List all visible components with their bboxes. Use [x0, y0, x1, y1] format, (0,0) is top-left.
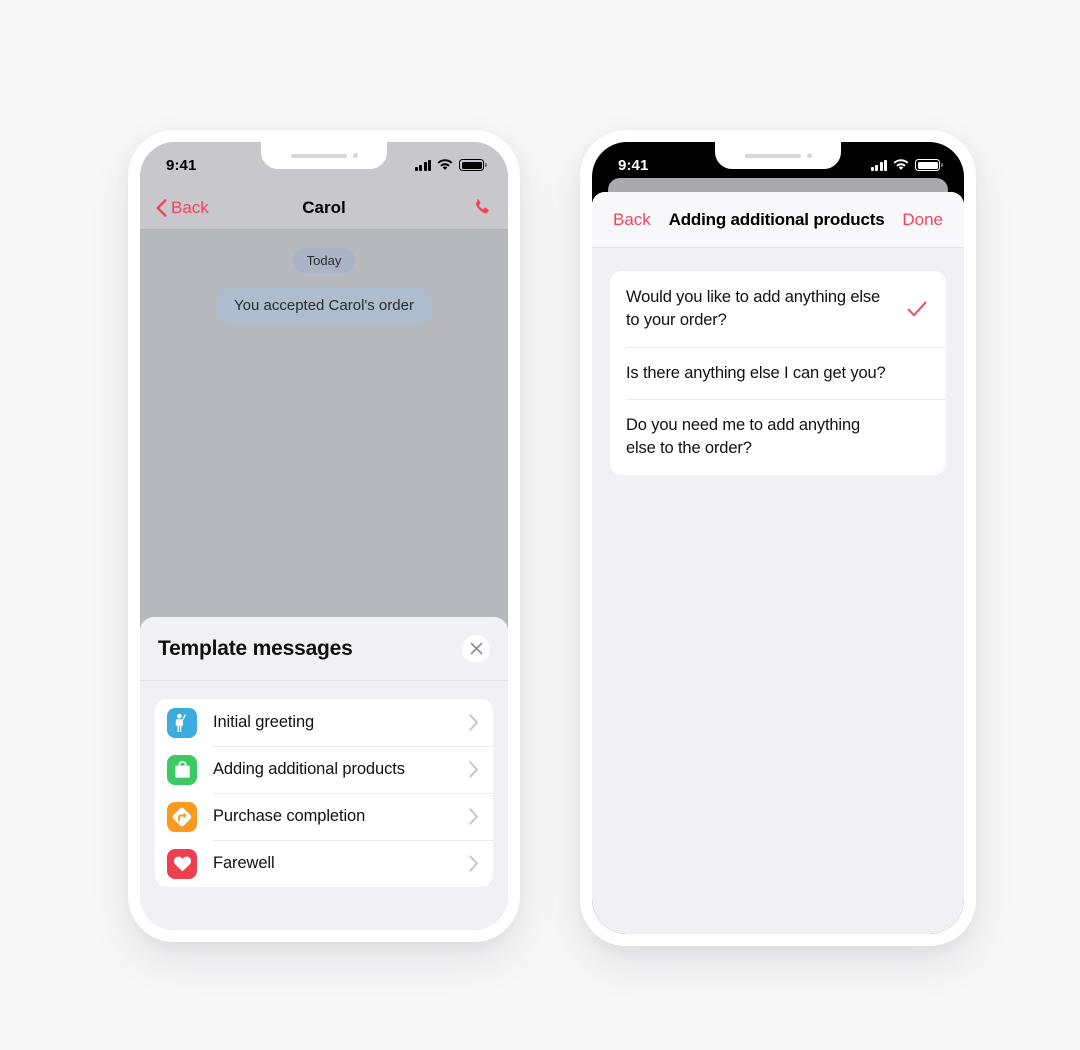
waving-person-icon — [167, 707, 197, 738]
template-row-label: Initial greeting — [213, 713, 315, 731]
notch — [715, 142, 841, 169]
template-row-purchase-completion[interactable]: Purchase completion — [155, 793, 493, 840]
modal-navbar: Back Adding additional products Done — [592, 192, 964, 248]
option-text: Do you need me to add anything else to t… — [626, 416, 861, 458]
shopping-bag-icon — [167, 754, 197, 785]
chevron-right-icon — [469, 855, 478, 872]
chat-message-area: Today You accepted Carol's order Templat… — [140, 230, 508, 930]
template-messages-list: Initial greeting Adding additional produ… — [155, 699, 493, 887]
mockup-stage: 9:41 Back Carol Today You accepted Carol… — [0, 0, 1080, 1050]
cellular-signal-icon — [414, 159, 431, 171]
chevron-left-icon — [156, 198, 167, 217]
template-row-initial-greeting[interactable]: Initial greeting — [155, 699, 493, 746]
phone-call-icon — [475, 199, 489, 214]
phone-right: 9:41 Back Adding additional products Don… — [580, 130, 976, 946]
close-icon — [470, 642, 482, 655]
system-message-row: You accepted Carol's order — [140, 287, 508, 324]
template-row-label: Adding additional products — [213, 760, 405, 778]
chat-navbar: Back Carol — [140, 186, 508, 230]
speaker-grille-icon — [744, 153, 801, 158]
wifi-icon — [437, 159, 453, 170]
option-row[interactable]: Do you need me to add anything else to t… — [610, 399, 946, 475]
front-camera-icon — [806, 153, 812, 158]
status-time: 9:41 — [166, 156, 197, 174]
direction-sign-icon — [167, 801, 197, 832]
day-divider: Today — [292, 248, 356, 273]
phone-left: 9:41 Back Carol Today You accepted Carol… — [128, 130, 520, 942]
chevron-right-icon — [469, 761, 478, 778]
speaker-grille-icon — [290, 153, 347, 158]
template-row-label: Farewell — [213, 854, 275, 872]
template-row-adding-additional-products[interactable]: Adding additional products — [155, 746, 493, 793]
call-button[interactable] — [471, 197, 492, 218]
heart-icon — [167, 848, 197, 879]
done-button[interactable]: Done — [902, 210, 943, 230]
close-button[interactable] — [462, 634, 490, 663]
option-row[interactable]: Would you like to add anything else to y… — [610, 271, 946, 347]
template-sheet-header: Template messages — [140, 617, 508, 681]
template-row-label: Purchase completion — [213, 807, 366, 825]
template-messages-sheet: Template messages Initial greeting Addin… — [140, 617, 508, 930]
template-row-farewell[interactable]: Farewell — [155, 840, 493, 887]
template-sheet-title: Template messages — [158, 636, 353, 660]
front-camera-icon — [352, 153, 358, 158]
option-text: Is there anything else I can get you? — [626, 363, 886, 382]
page-title: Adding additional products — [668, 209, 885, 229]
back-button-label: Back — [171, 197, 209, 217]
back-button[interactable]: Back — [156, 198, 209, 218]
status-icons — [414, 159, 487, 171]
phone-right-screen: 9:41 Back Adding additional products Don… — [592, 142, 964, 934]
modal-sheet: Back Adding additional products Done Wou… — [592, 192, 964, 934]
chevron-right-icon — [469, 808, 478, 825]
day-divider-row: Today — [140, 248, 508, 287]
wifi-icon — [893, 159, 909, 170]
notch — [261, 142, 387, 169]
cellular-signal-icon — [870, 159, 887, 171]
chevron-right-icon — [469, 714, 478, 731]
status-time: 9:41 — [618, 156, 649, 174]
checkmark-icon — [907, 301, 927, 316]
battery-icon — [459, 159, 487, 171]
option-row[interactable]: Is there anything else I can get you? — [610, 346, 946, 400]
system-message-bubble: You accepted Carol's order — [216, 287, 432, 324]
back-button[interactable]: Back — [613, 210, 651, 230]
template-option-list: Would you like to add anything else to y… — [610, 271, 946, 475]
status-icons — [870, 159, 943, 171]
option-text: Would you like to add anything else to y… — [626, 288, 881, 329]
phone-left-screen: 9:41 Back Carol Today You accepted Carol… — [140, 142, 508, 930]
battery-icon — [915, 159, 943, 171]
